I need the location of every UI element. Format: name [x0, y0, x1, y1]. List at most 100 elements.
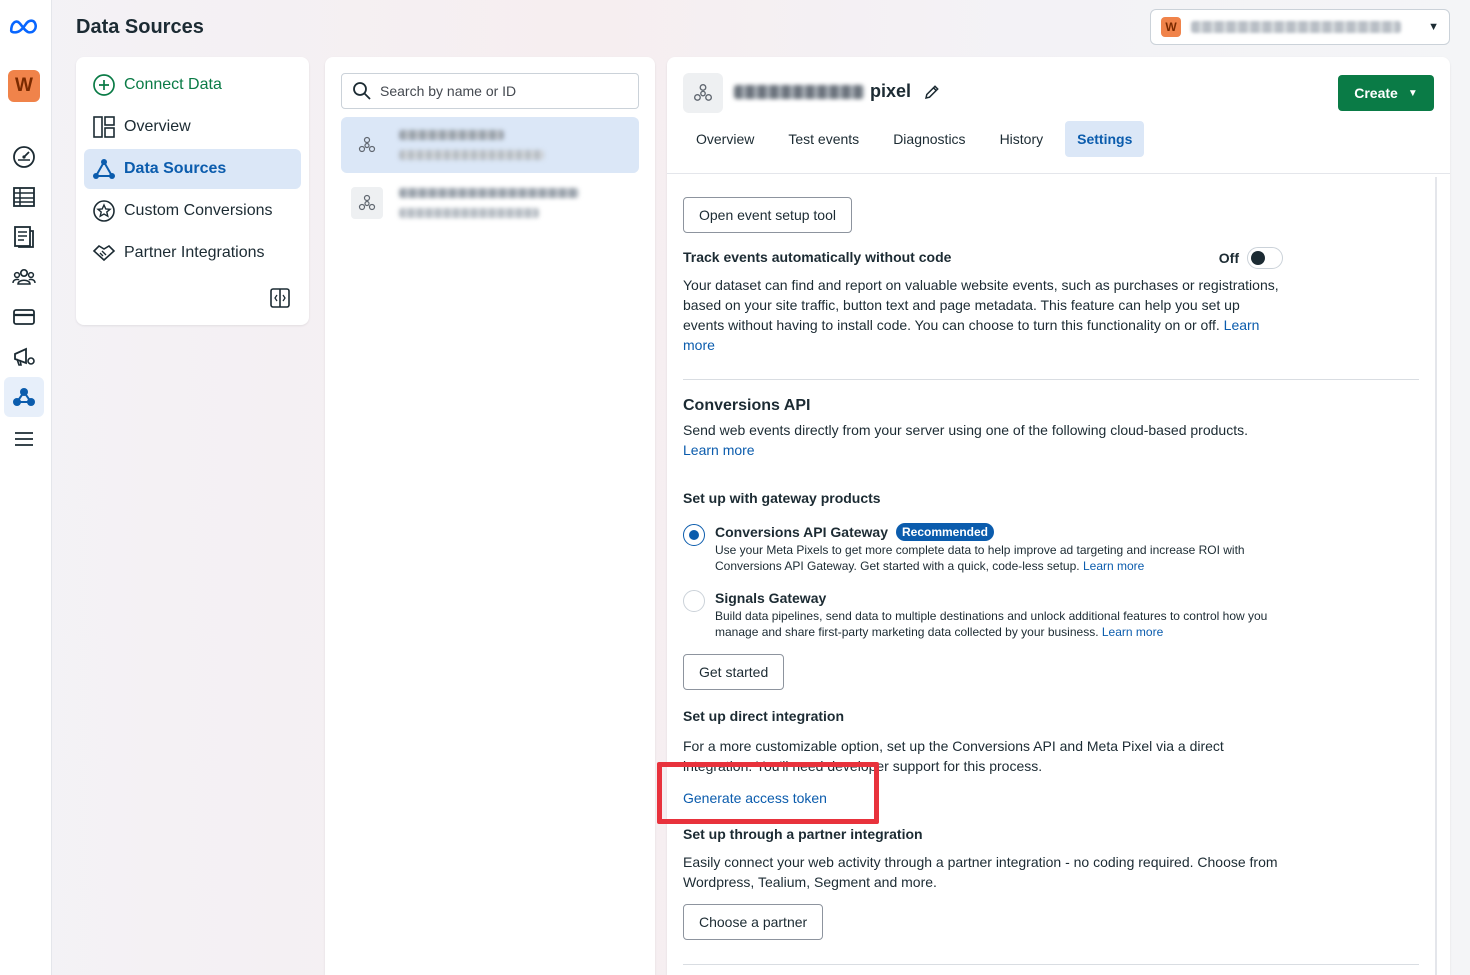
nav-label: Data Sources: [124, 160, 227, 177]
layout-icon: [93, 116, 115, 138]
choose-partner-button[interactable]: Choose a partner: [683, 904, 824, 940]
tab-diagnostics[interactable]: Diagnostics: [881, 121, 977, 157]
nav-label: Partner Integrations: [124, 244, 265, 261]
list-item[interactable]: [341, 117, 639, 173]
track-events-desc: Your dataset can find and report on valu…: [683, 277, 1279, 353]
collapse-panel-icon[interactable]: [269, 287, 291, 309]
events-manager-icon: [13, 388, 35, 406]
learn-more-link[interactable]: Learn more: [1083, 559, 1144, 573]
pencil-icon[interactable]: [923, 83, 941, 101]
billing-icon: [13, 309, 35, 325]
rail-menu[interactable]: [4, 419, 44, 459]
nav-partner-integrations[interactable]: Partner Integrations: [84, 233, 301, 273]
track-events-title: Track events automatically without code: [683, 249, 952, 265]
account-avatar[interactable]: W: [8, 70, 40, 102]
track-events-toggle-group: Off: [1219, 247, 1283, 269]
rail-audiences[interactable]: [4, 257, 44, 297]
caret-down-icon: ▼: [1428, 21, 1439, 33]
nav-connect-data[interactable]: Connect Data: [84, 65, 301, 105]
ads-manager-icon: [14, 347, 35, 366]
detail-header: pixel Create ▼ Overview Test events Diag…: [667, 57, 1450, 174]
rail-billing[interactable]: [4, 297, 44, 337]
handshake-icon: [92, 244, 116, 262]
pixel-title: pixel: [734, 81, 941, 102]
meta-logo-icon[interactable]: [8, 14, 40, 38]
star-badge-icon: [93, 200, 115, 222]
radio-signals-gateway[interactable]: [683, 590, 705, 612]
search-icon: [353, 82, 371, 100]
nav-card: Connect Data Overview Data Sources Custo…: [76, 57, 309, 325]
search-input[interactable]: [380, 83, 628, 99]
create-button[interactable]: Create ▼: [1338, 75, 1434, 111]
gateway-option-capi[interactable]: Conversions API Gateway Recommended Use …: [683, 522, 1419, 574]
account-name-redacted: [1191, 21, 1401, 33]
tab-bar: Overview Test events Diagnostics History…: [684, 121, 1154, 157]
rail-dashboard[interactable]: [4, 137, 44, 177]
nav-label: Connect Data: [124, 76, 222, 93]
menu-icon: [15, 432, 33, 446]
open-event-setup-button[interactable]: Open event setup tool: [683, 197, 852, 233]
account-selector[interactable]: W ▼: [1150, 9, 1450, 45]
search-box[interactable]: [341, 73, 639, 109]
tab-settings[interactable]: Settings: [1065, 121, 1145, 157]
redacted-item-text: [399, 130, 544, 160]
pixel-icon: [358, 194, 376, 211]
page-title: Data Sources: [76, 16, 204, 38]
rail-events-manager[interactable]: [4, 377, 44, 417]
list-item[interactable]: [341, 175, 639, 231]
plus-circle-icon: [93, 74, 115, 96]
tab-overview[interactable]: Overview: [684, 121, 766, 157]
capi-title: Conversions API: [683, 397, 811, 414]
pixel-icon: [358, 136, 376, 153]
nav-custom-conversions[interactable]: Custom Conversions: [84, 191, 301, 231]
caret-down-icon: ▼: [1407, 87, 1418, 99]
tab-test-events[interactable]: Test events: [776, 121, 871, 157]
nav-label: Custom Conversions: [124, 202, 273, 219]
pixel-title-suffix: pixel: [870, 81, 912, 101]
table-icon: [13, 187, 35, 207]
direct-integration-title: Set up direct integration: [683, 708, 845, 724]
pixel-item-icon: [351, 129, 383, 161]
left-rail: W: [0, 0, 52, 975]
divider: [683, 964, 1419, 965]
nav-data-sources[interactable]: Data Sources: [84, 149, 301, 189]
learn-more-link[interactable]: Learn more: [1102, 625, 1163, 639]
option-desc: Use your Meta Pixels to get more complet…: [715, 543, 1245, 573]
detail-panel: pixel Create ▼ Overview Test events Diag…: [667, 57, 1450, 975]
rail-pages[interactable]: [4, 217, 44, 257]
dashboard-icon: [13, 146, 35, 168]
account-avatar-small: W: [1161, 17, 1181, 37]
pixel-item-icon: [351, 187, 383, 219]
data-sources-icon: [93, 159, 115, 179]
rail-ads-manager[interactable]: [4, 337, 44, 377]
gateway-option-signals[interactable]: Signals Gateway Build data pipelines, se…: [683, 588, 1419, 640]
option-desc: Build data pipelines, send data to multi…: [715, 609, 1268, 639]
scrollbar[interactable]: [1435, 177, 1437, 975]
nav-label: Overview: [124, 118, 191, 135]
learn-more-link[interactable]: Learn more: [683, 442, 755, 458]
option-title: Conversions API Gateway Recommended: [715, 522, 1419, 542]
radio-capi-gateway[interactable]: [683, 524, 705, 546]
create-label: Create: [1354, 85, 1398, 101]
nav-overview[interactable]: Overview: [84, 107, 301, 147]
get-started-button[interactable]: Get started: [683, 654, 785, 690]
capi-desc: Send web events directly from your serve…: [683, 422, 1248, 458]
partner-integration-desc: Easily connect your web activity through…: [683, 854, 1278, 890]
tab-history[interactable]: History: [988, 121, 1056, 157]
rail-table[interactable]: [4, 177, 44, 217]
settings-content: Open event setup tool Track events autom…: [683, 175, 1419, 965]
pixel-avatar: [683, 73, 723, 113]
highlight-annotation: [657, 762, 879, 824]
option-title: Signals Gateway: [715, 590, 827, 606]
gateway-title: Set up with gateway products: [683, 490, 881, 506]
data-source-list: [325, 57, 655, 975]
recommended-badge: Recommended: [895, 523, 995, 541]
toggle-label: Off: [1218, 250, 1239, 266]
redacted-item-text: [399, 188, 579, 218]
pages-icon: [14, 226, 34, 248]
pixel-name-redacted: [734, 84, 864, 99]
pixel-icon: [694, 84, 712, 101]
divider: [683, 379, 1419, 380]
audiences-icon: [12, 268, 36, 285]
track-events-toggle[interactable]: [1247, 247, 1283, 269]
